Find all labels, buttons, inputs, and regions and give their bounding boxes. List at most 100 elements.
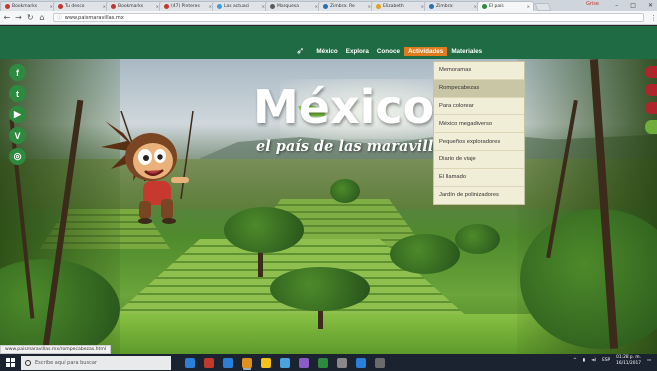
tab-favicon-icon [323,4,328,9]
side-button[interactable] [645,102,657,114]
dropdown-item[interactable]: Jardín de polinizadores [434,187,524,205]
maximize-button[interactable]: □ [630,2,636,9]
taskbar-search-placeholder: Escribe aquí para buscar [35,359,97,366]
tab-label: Marquesa [277,4,299,9]
dropdown-item[interactable]: Diario de viaje [434,151,524,169]
new-tab-button[interactable] [534,3,552,11]
dropdown-item[interactable]: Pequeños exploradores [434,133,524,151]
network-icon[interactable]: ▮ [583,358,585,363]
tab-label: Elizabeth [383,4,404,9]
tree [224,207,304,253]
back-icon[interactable]: ← [2,13,12,22]
taskbar-app-icon[interactable] [280,357,290,368]
side-button[interactable] [645,66,657,78]
profile-name[interactable]: Grise [586,1,599,7]
tab-label: Bookmarks [12,4,38,9]
taskbar-app-icon[interactable] [242,357,252,368]
browser-tab[interactable]: Tu desco ✕ [53,1,110,11]
browser-tab[interactable]: Bookmarks ✕ [106,1,163,11]
instagram-icon[interactable]: ◎ [9,148,26,165]
address-url: www.paismaravillas.mx [64,14,124,21]
tab-label: El país [489,4,504,9]
taskbar-app-icon[interactable] [318,357,328,368]
tab-favicon-icon [58,4,63,9]
taskbar-search-box[interactable]: Escribe aquí para buscar [21,355,171,370]
tab-favicon-icon [164,4,169,9]
clock-time: 01:28 p. m. [616,355,641,360]
chevron-up-icon[interactable]: ^ [573,358,577,363]
nav-item-mexico[interactable]: México [312,47,341,56]
browser-menu-icon[interactable]: ⋮ [650,14,657,22]
system-tray: ^ ▮ ◄) ESP 01:28 p. m. 16/11/2017 ▭ [573,355,651,366]
social-links: f t ▶ V ◎ [9,64,26,165]
close-window-button[interactable]: ✕ [648,2,653,9]
browser-tab[interactable]: Bookmarks ✕ [0,1,57,11]
browser-tab[interactable]: Marquesa ✕ [265,1,322,11]
dropdown-item[interactable]: México megadiverso [434,115,524,134]
nav-item-actividades[interactable]: Actividades [403,47,448,56]
clock[interactable]: 01:28 p. m. 16/11/2017 [616,355,641,366]
right-side-buttons [645,66,657,134]
taskbar-app-icon[interactable] [356,357,366,368]
tree [330,179,360,203]
side-button[interactable] [645,84,657,96]
browser-tab[interactable]: Zimbra: ✕ [424,1,481,11]
taskbar-app-icon[interactable] [299,357,309,368]
tab-label: Las actuaci [224,4,250,9]
tab-label: Zimbra: Re [330,4,355,9]
tab-label: Zimbra: [436,4,454,9]
dropdown-item[interactable]: Para colorear [434,98,524,116]
minimize-button[interactable]: – [615,2,618,9]
browser-tab[interactable]: El país ✕ [477,1,534,11]
taskbar-app-icon[interactable] [261,357,271,368]
taskbar-app-icon[interactable] [204,357,214,368]
side-button[interactable] [645,120,657,134]
windows-taskbar: Escribe aquí para buscar ^ ▮ ◄) ESP 01:2… [0,354,657,371]
hummingbird-logo-icon[interactable]: ➶ [296,46,304,57]
site-nav-bar: ➶ México Explora Conoce Actividades Material… [0,26,657,59]
tab-label: (47) Pinteres [171,4,200,9]
tab-favicon-icon [429,4,434,9]
dropdown-item[interactable]: Rompecabezas [434,79,524,98]
nav-item-explora[interactable]: Explora [342,47,373,56]
taskbar-app-icon[interactable] [185,357,195,368]
dropdown-item[interactable]: El llamado [434,169,524,187]
tab-favicon-icon [111,4,116,9]
address-bar[interactable]: ⓘ www.paismaravillas.mx [52,13,644,22]
taskbar-app-icon[interactable] [337,357,347,368]
notifications-icon[interactable]: ▭ [647,358,651,363]
browser-tab[interactable]: (47) Pinteres ✕ [159,1,216,11]
forward-icon[interactable]: → [14,13,24,22]
nav-item-conoce[interactable]: Conoce [373,47,404,56]
twitter-icon[interactable]: t [9,85,26,102]
tab-favicon-icon [5,4,10,9]
language-indicator[interactable]: ESP [602,358,610,363]
tab-close-icon[interactable]: ✕ [527,4,530,9]
youtube-icon[interactable]: ▶ [9,106,26,123]
window-controls: – □ ✕ [615,0,653,10]
clock-date: 16/11/2017 [616,360,641,366]
info-icon[interactable]: ⓘ [57,14,62,21]
dropdown-item[interactable]: Memoramas [434,62,524,80]
tab-favicon-icon [482,4,487,9]
windows-start-icon[interactable] [6,358,15,367]
reload-icon[interactable]: ↻ [25,13,35,22]
taskbar-apps [185,357,385,368]
browser-toolbar: ← → ↻ ⌂ ⓘ www.paismaravillas.mx ⋮ [0,11,657,25]
volume-icon[interactable]: ◄) [591,358,596,363]
tab-favicon-icon [217,4,222,9]
mascot-character [101,111,194,224]
actividades-dropdown: Memoramas Rompecabezas Para colorear México… [433,61,525,206]
facebook-icon[interactable]: f [9,64,26,81]
taskbar-app-icon[interactable] [223,357,233,368]
taskbar-app-icon[interactable] [375,357,385,368]
search-icon [25,359,31,366]
tab-label: Tu desco [65,4,85,9]
home-icon[interactable]: ⌂ [37,13,47,22]
vimeo-icon[interactable]: V [9,127,26,144]
browser-tab[interactable]: Las actuaci ✕ [212,1,269,11]
browser-tab[interactable]: Zimbra: Re ✕ [318,1,375,11]
nav-item-materiales[interactable]: Materiales [447,47,486,56]
browser-tab[interactable]: Elizabeth ✕ [371,1,428,11]
status-bar-url: www.paismaravillas.mx/rompecabezas.html [0,345,112,354]
